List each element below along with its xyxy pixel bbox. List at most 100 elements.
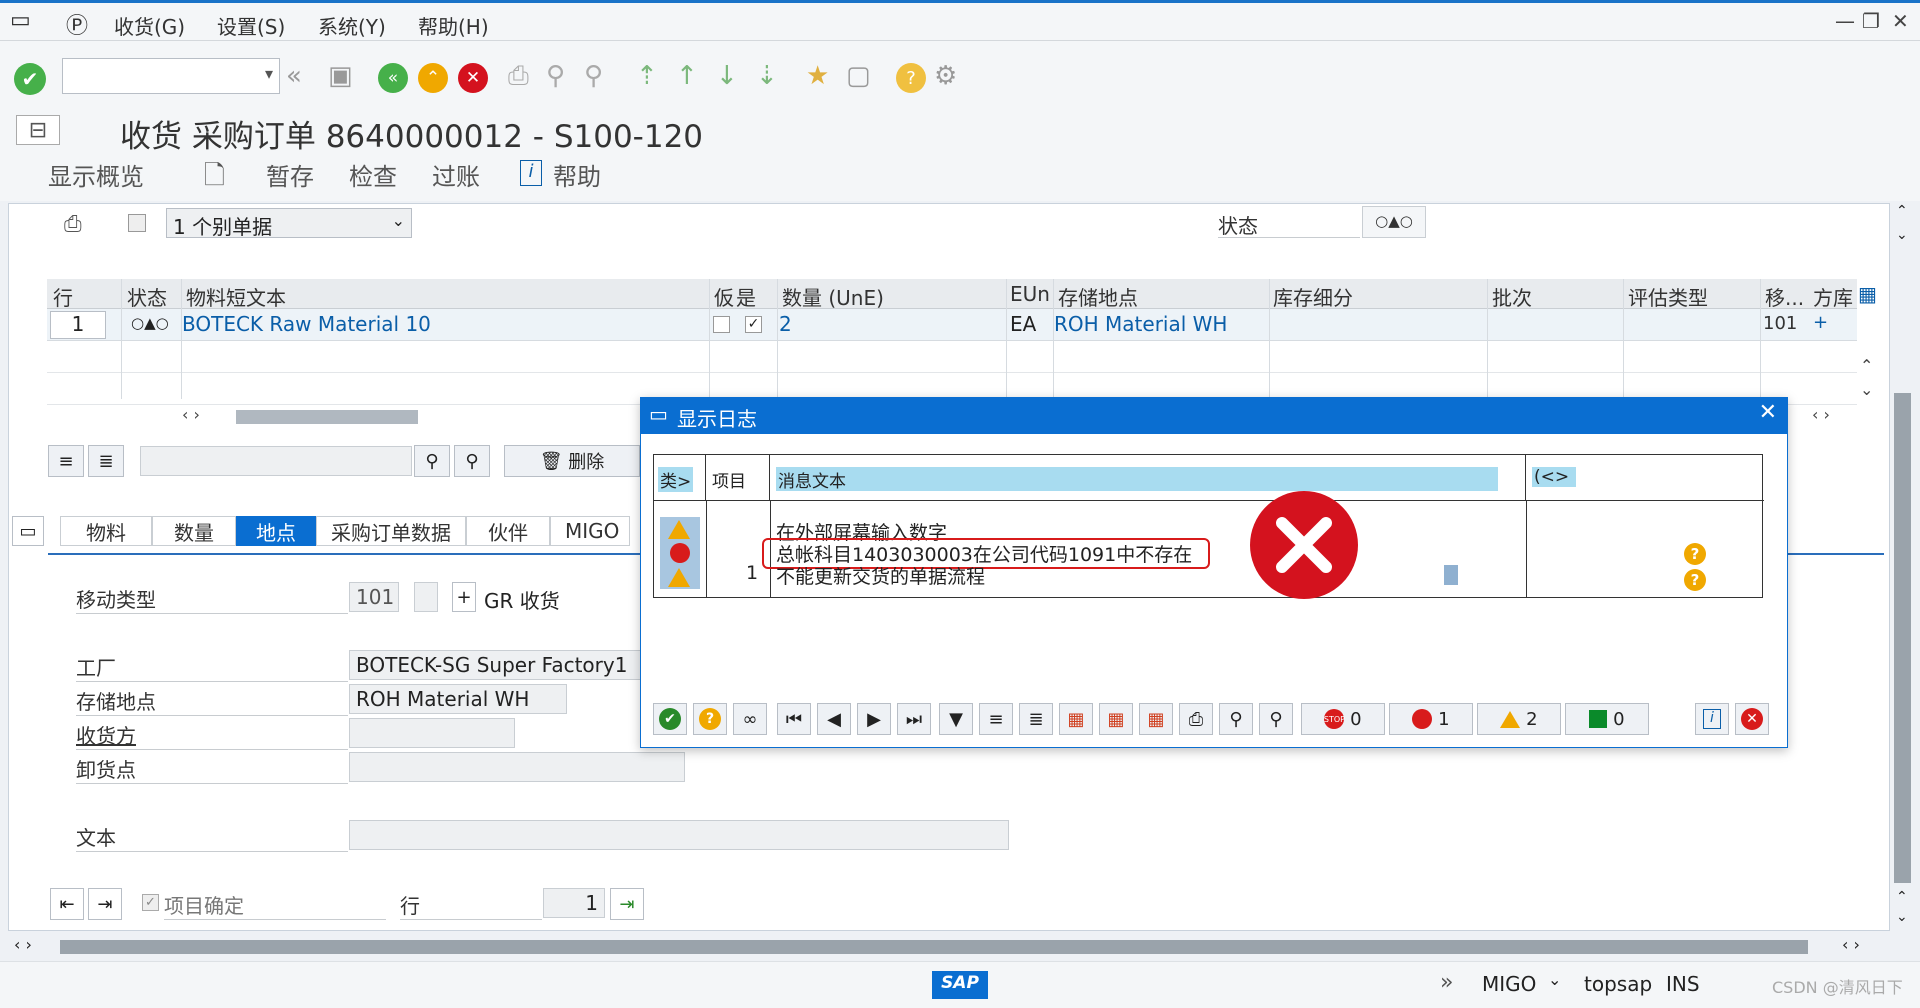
insert-mode[interactable]: INS <box>1666 972 1700 996</box>
expand-status-icon[interactable]: » <box>1440 970 1453 995</box>
dialog-next-button[interactable]: ▶ <box>857 703 891 735</box>
col-status[interactable]: 状态 <box>127 282 167 311</box>
row-qty[interactable]: 2 <box>779 312 792 336</box>
tab-location[interactable]: 地点 <box>236 516 316 546</box>
check-button[interactable]: 检查 <box>349 157 397 192</box>
prev-page-icon[interactable]: ↑ <box>676 61 698 91</box>
rewind-icon[interactable]: « <box>286 61 302 91</box>
col-line[interactable]: 行 <box>53 282 73 311</box>
scroll-thumb[interactable] <box>1894 393 1911 883</box>
menu-goods-receipt[interactable]: 收货(G) <box>114 11 185 40</box>
movement-plus[interactable]: + <box>452 582 476 612</box>
table-hscrollbar[interactable] <box>236 410 418 424</box>
gear-icon[interactable]: ⚙ <box>934 61 957 91</box>
movement-indicator-field[interactable] <box>414 582 438 612</box>
tab-quantity[interactable]: 数量 <box>152 516 236 546</box>
help-button[interactable]: 帮助 <box>553 157 601 192</box>
info-icon[interactable]: i <box>520 160 542 186</box>
table-settings-icon[interactable]: ▦ <box>1858 282 1877 306</box>
minimize-icon[interactable]: — <box>1835 9 1855 33</box>
warning-count-button[interactable]: 2 <box>1477 703 1561 735</box>
log-col-k[interactable]: (<> <box>1526 455 1764 501</box>
recipient-field[interactable] <box>349 718 515 748</box>
dialog-print-button[interactable]: ⎙ <box>1179 703 1213 735</box>
dialog-help-button[interactable]: ? <box>693 703 727 735</box>
scroll-right-icon[interactable]: ‹ › <box>1842 935 1860 954</box>
log-col-type[interactable]: 类> <box>654 455 706 501</box>
command-field[interactable]: ▾ <box>62 58 280 94</box>
enter-icon[interactable]: ✔ <box>14 63 46 95</box>
col-batch[interactable]: 批次 <box>1492 282 1532 311</box>
dialog-prev-button[interactable]: ◀ <box>817 703 851 735</box>
col-material-text[interactable]: 物料短文本 <box>186 282 286 311</box>
scroll-left-icon[interactable]: ‹ › <box>182 405 200 424</box>
new-session-icon[interactable]: ★ <box>806 61 829 91</box>
scroll-down-icon[interactable]: ⌄ <box>1896 909 1908 925</box>
dialog-cancel-button[interactable]: ✕ <box>1735 703 1769 735</box>
row-line-number[interactable]: 1 <box>50 311 106 339</box>
main-vscrollbar[interactable]: ⌃ ⌄ ⌃ ⌄ <box>1890 203 1916 931</box>
hscroll-thumb[interactable] <box>60 940 1808 954</box>
print-icon[interactable]: ⎙ <box>64 212 82 237</box>
table-search-field[interactable] <box>140 446 412 476</box>
row-direction[interactable]: + <box>1813 312 1828 333</box>
go-to-row-icon[interactable]: ⇥ <box>610 888 644 920</box>
find-next-icon[interactable]: ⚲ <box>454 445 490 477</box>
dialog-layout-button[interactable]: ▦ <box>1099 703 1133 735</box>
cancel-icon[interactable]: ✕ <box>458 63 488 93</box>
row-unit[interactable]: EA <box>1010 312 1036 336</box>
next-item-icon[interactable]: ⇥ <box>88 888 122 920</box>
prev-item-icon[interactable]: ⇤ <box>50 888 84 920</box>
help-icon[interactable]: ? <box>896 63 926 93</box>
dialog-sort-desc-button[interactable]: ≣ <box>1019 703 1053 735</box>
col-movement[interactable]: 移... <box>1765 282 1804 311</box>
table-row[interactable] <box>47 341 1857 373</box>
chevron-down-icon[interactable]: ⌄ <box>1548 970 1561 989</box>
chevron-down-icon[interactable]: ▾ <box>265 64 273 83</box>
row-material-text[interactable]: BOTECK Raw Material 10 <box>182 312 431 336</box>
dialog-sort-asc-button[interactable]: ≡ <box>979 703 1013 735</box>
back-icon[interactable]: « <box>378 63 408 93</box>
first-page-icon[interactable]: ⇡ <box>636 61 658 91</box>
col-stock[interactable]: 库 <box>1833 282 1853 311</box>
dialog-filter-button[interactable]: ▼ <box>939 703 973 735</box>
dialog-find-button[interactable]: ⚲ <box>1219 703 1253 735</box>
next-page-icon[interactable]: ↓ <box>716 61 738 91</box>
col-ok[interactable]: 是 <box>736 282 756 311</box>
sap-menu-icon[interactable]: Ⓟ <box>66 8 88 40</box>
screen-toggle-icon[interactable]: ⊟ <box>16 115 60 145</box>
find-icon[interactable]: ⚲ <box>414 445 450 477</box>
col-qty[interactable]: 数量 (UnE) <box>782 282 884 311</box>
dialog-find-next-button[interactable]: ⚲ <box>1259 703 1293 735</box>
row-sloc[interactable]: ROH Material WH <box>1054 312 1227 336</box>
table-scroll-down-icon[interactable]: ⌄ <box>1860 380 1873 399</box>
long-text-help-icon[interactable]: ? <box>1684 543 1706 565</box>
row-movement-type[interactable]: 101 <box>1763 313 1797 334</box>
table-scroll-right-icon[interactable]: ‹ › <box>1812 405 1830 424</box>
unloading-point-field[interactable] <box>349 752 685 782</box>
error-count-button[interactable]: 1 <box>1389 703 1473 735</box>
find-icon[interactable]: ⚲ <box>546 61 565 91</box>
select-checkbox[interactable] <box>128 214 146 232</box>
plant-field[interactable]: BOTECK-SG Super Factory1 <box>349 650 641 680</box>
row-field[interactable]: 1 <box>543 888 605 918</box>
dialog-first-button[interactable]: ⏮ <box>777 703 811 735</box>
scroll-up-icon[interactable]: ⌃ <box>1896 889 1908 905</box>
sloc-field[interactable]: ROH Material WH <box>349 684 567 714</box>
find-next-icon[interactable]: ⚲ <box>584 61 603 91</box>
close-window-icon[interactable]: ✕ <box>1892 9 1909 33</box>
scroll-left-icon[interactable]: ‹ › <box>14 935 32 954</box>
log-col-item[interactable]: 项目 <box>706 455 770 501</box>
text-field[interactable] <box>349 820 1009 850</box>
dialog-info-button[interactable]: i <box>1695 703 1729 735</box>
tab-migo[interactable]: MIGO <box>550 516 630 546</box>
detail-toggle-icon[interactable]: ▭ <box>12 516 44 546</box>
stop-count-button[interactable]: STOP 0 <box>1301 703 1385 735</box>
dialog-last-button[interactable]: ⏭ <box>897 703 931 735</box>
tab-po-data[interactable]: 采购订单数据 <box>316 516 466 546</box>
dialog-close-icon[interactable]: ✕ <box>1759 400 1777 425</box>
overview-button[interactable]: 显示概览 <box>48 157 144 192</box>
dialog-details-button[interactable]: ∞ <box>733 703 767 735</box>
table-scroll-up-icon[interactable]: ⌃ <box>1860 356 1873 375</box>
menu-help[interactable]: 帮助(H) <box>418 11 489 40</box>
